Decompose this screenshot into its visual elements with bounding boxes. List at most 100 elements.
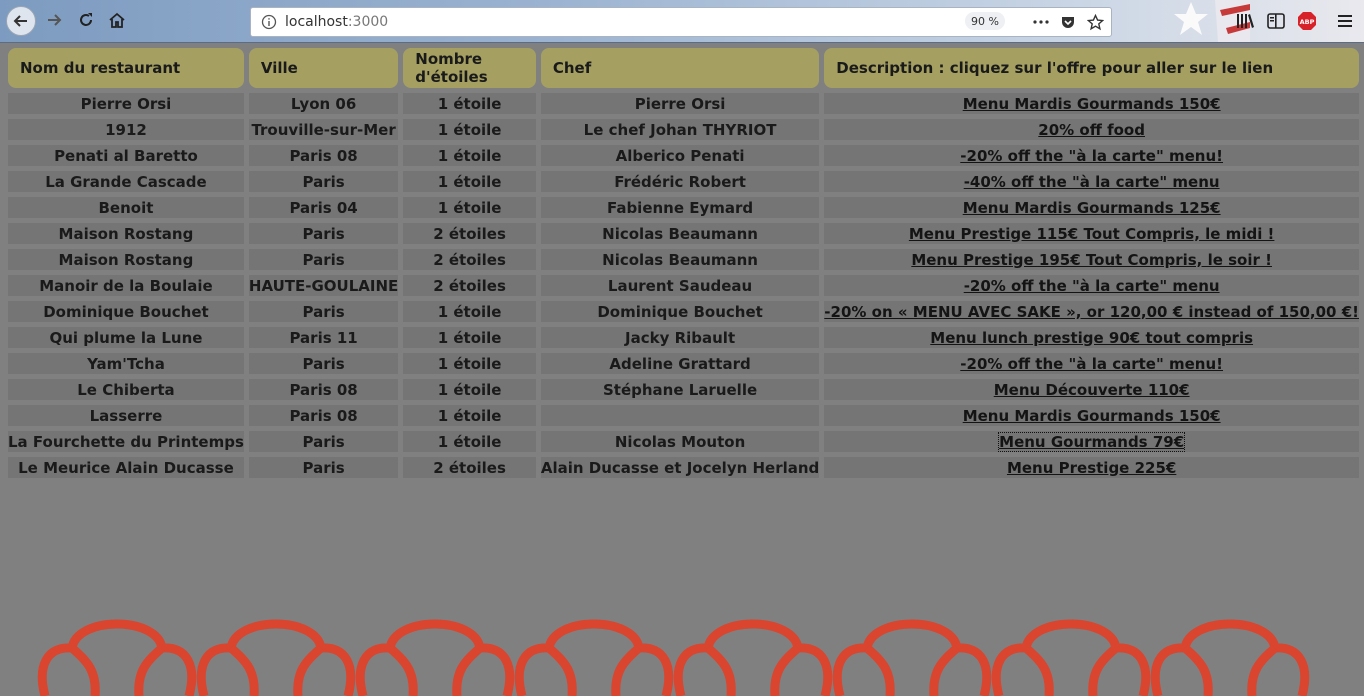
svg-text:ABP: ABP: [1300, 18, 1315, 26]
offer-link[interactable]: Menu Mardis Gourmands 150€: [963, 95, 1221, 113]
table-row: Le Meurice Alain Ducasse Paris 2 étoiles Al…: [8, 457, 1359, 478]
sidebar-button[interactable]: [1263, 8, 1289, 34]
offer-link[interactable]: 20% off food: [1038, 121, 1145, 139]
offer-cell: Menu lunch prestige 90€ tout compris: [824, 327, 1359, 348]
stars-cell: 2 étoiles: [403, 457, 536, 478]
flower-shape: [673, 619, 833, 696]
offer-link[interactable]: Menu Gourmands 79€: [998, 431, 1186, 452]
library-icon: [1237, 14, 1254, 28]
url-port: :3000: [347, 14, 389, 30]
offer-cell: Menu Prestige 225€: [824, 457, 1359, 478]
offer-cell: Menu Mardis Gourmands 150€: [824, 405, 1359, 426]
city-cell: Paris 08: [248, 145, 399, 166]
table-row: 1912 Trouville-sur-Mer 1 étoile Le chef Joh…: [8, 119, 1359, 140]
offer-link[interactable]: Menu Prestige 115€ Tout Compris, le midi…: [909, 225, 1275, 243]
offer-link[interactable]: Menu Prestige 225€: [1007, 459, 1176, 477]
city-cell: Paris: [248, 353, 399, 374]
table-header-row: Nom du restaurant Ville Nombre d'étoiles…: [8, 48, 1359, 88]
adblock-button[interactable]: ABP: [1294, 8, 1320, 34]
table-row: Lasserre Paris 08 1 étoile Menu Mardis Gour…: [8, 405, 1359, 426]
offer-link[interactable]: -20% off the "à la carte" menu: [964, 277, 1220, 295]
table-row: Yam'Tcha Paris 1 étoile Adeline Grattard -20…: [8, 353, 1359, 374]
flower-shape: [514, 619, 674, 696]
restaurant-name-cell: Manoir de la Boulaie: [8, 275, 244, 296]
chef-cell: Nicolas Beaumann: [540, 249, 820, 270]
chef-cell: Pierre Orsi: [540, 93, 820, 114]
offer-link[interactable]: -20% on « MENU AVEC SAKE », or 120,00 € …: [824, 303, 1359, 321]
restaurant-name-cell: Maison Rostang: [8, 249, 244, 270]
table-row: Le Chiberta Paris 08 1 étoile Stéphane Laru…: [8, 379, 1359, 400]
stars-cell: 1 étoile: [403, 119, 536, 140]
reload-button[interactable]: [72, 6, 100, 34]
offer-link[interactable]: Menu Découverte 110€: [994, 381, 1190, 399]
city-cell: HAUTE-GOULAINE: [248, 275, 399, 296]
back-button[interactable]: [6, 6, 36, 36]
offer-cell: Menu Découverte 110€: [824, 379, 1359, 400]
info-icon[interactable]: [258, 11, 280, 33]
chef-cell: Alberico Penati: [540, 145, 820, 166]
offer-cell: -20% off the "à la carte" menu!: [824, 353, 1359, 374]
home-icon: [109, 12, 125, 28]
city-cell: Paris 11: [248, 327, 399, 348]
stars-cell: 2 étoiles: [403, 223, 536, 244]
chef-cell: Alain Ducasse et Jocelyn Herland: [540, 457, 820, 478]
restaurant-name-cell: La Fourchette du Printemps: [8, 431, 244, 452]
home-button[interactable]: [103, 6, 131, 34]
flower-shape: [832, 619, 992, 696]
stars-cell: 2 étoiles: [403, 275, 536, 296]
city-cell: Paris 08: [248, 405, 399, 426]
stars-cell: 1 étoile: [403, 197, 536, 218]
offer-cell: Menu Prestige 115€ Tout Compris, le midi…: [824, 223, 1359, 244]
chef-cell: Fabienne Eymard: [540, 197, 820, 218]
restaurant-table: Nom du restaurant Ville Nombre d'étoiles…: [3, 43, 1364, 483]
flower-shape: [196, 619, 356, 696]
offer-cell: -20% off the "à la carte" menu: [824, 275, 1359, 296]
table-row: Maison Rostang Paris 2 étoiles Nicolas Beau…: [8, 223, 1359, 244]
menu-button[interactable]: [1332, 8, 1358, 34]
forward-button[interactable]: [40, 6, 68, 34]
table-row: Qui plume la Lune Paris 11 1 étoile Jacky R…: [8, 327, 1359, 348]
offer-link[interactable]: Menu lunch prestige 90€ tout compris: [930, 329, 1253, 347]
city-cell: Lyon 06: [248, 93, 399, 114]
restaurant-name-cell: Maison Rostang: [8, 223, 244, 244]
pocket-icon[interactable]: [1058, 12, 1078, 32]
offer-link[interactable]: -20% off the "à la carte" menu!: [960, 355, 1223, 373]
library-button[interactable]: [1232, 8, 1258, 34]
bookmark-star-icon[interactable]: [1085, 12, 1105, 32]
chef-cell: Frédéric Robert: [540, 171, 820, 192]
more-icon[interactable]: [1031, 12, 1051, 32]
browser-toolbar: localhost:3000 90 % ABP: [0, 0, 1364, 43]
offer-link[interactable]: -20% off the "à la carte" menu!: [960, 147, 1223, 165]
sidebar-icon: [1267, 13, 1285, 29]
offer-link[interactable]: Menu Mardis Gourmands 125€: [963, 199, 1221, 217]
offer-cell: 20% off food: [824, 119, 1359, 140]
table-row: La Grande Cascade Paris 1 étoile Frédéric R…: [8, 171, 1359, 192]
offer-link[interactable]: Menu Mardis Gourmands 150€: [963, 407, 1221, 425]
chef-cell: Jacky Ribault: [540, 327, 820, 348]
offer-cell: Menu Mardis Gourmands 125€: [824, 197, 1359, 218]
flower-shape: [355, 619, 515, 696]
restaurant-name-cell: 1912: [8, 119, 244, 140]
menu-icon: [1338, 15, 1352, 27]
offer-link[interactable]: Menu Prestige 195€ Tout Compris, le soir…: [911, 251, 1272, 269]
chef-cell: Dominique Bouchet: [540, 301, 820, 322]
restaurant-table-container: Nom du restaurant Ville Nombre d'étoiles…: [8, 48, 1364, 483]
header-stars: Nombre d'étoiles: [403, 48, 536, 88]
offer-cell: -20% on « MENU AVEC SAKE », or 120,00 € …: [824, 301, 1359, 322]
city-cell: Paris 04: [248, 197, 399, 218]
zoom-indicator[interactable]: 90 %: [965, 12, 1005, 30]
flower-shape: [1150, 619, 1310, 696]
offer-link[interactable]: -40% off the "à la carte" menu: [964, 173, 1220, 191]
city-cell: Paris: [248, 223, 399, 244]
flower-shape: [991, 619, 1151, 696]
table-body: Pierre Orsi Lyon 06 1 étoile Pierre Orsi Men…: [8, 93, 1359, 478]
restaurant-name-cell: Lasserre: [8, 405, 244, 426]
table-row: Manoir de la Boulaie HAUTE-GOULAINE 2 étoi…: [8, 275, 1359, 296]
table-row: La Fourchette du Printemps Paris 1 étoile N…: [8, 431, 1359, 452]
url-bar[interactable]: localhost:3000 90 %: [250, 7, 1112, 37]
offer-cell: Menu Prestige 195€ Tout Compris, le soir…: [824, 249, 1359, 270]
stars-cell: 1 étoile: [403, 405, 536, 426]
restaurant-name-cell: Penati al Baretto: [8, 145, 244, 166]
restaurant-name-cell: Le Chiberta: [8, 379, 244, 400]
chef-cell: Nicolas Beaumann: [540, 223, 820, 244]
